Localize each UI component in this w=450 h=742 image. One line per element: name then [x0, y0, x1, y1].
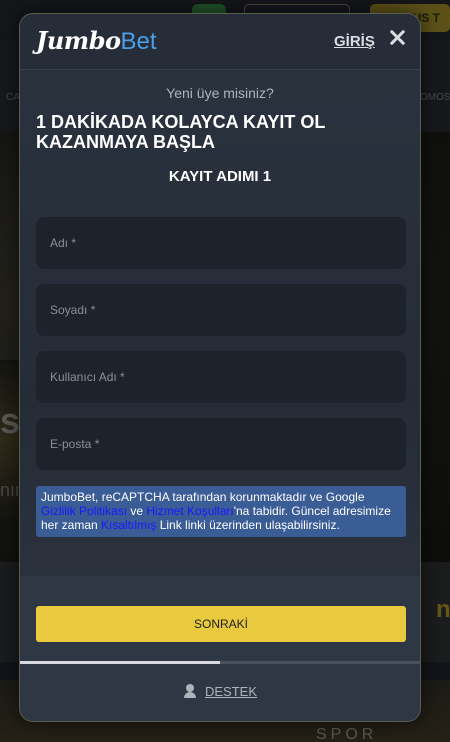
- modal-footer: [20, 576, 420, 721]
- support-label: DESTEK: [204, 684, 257, 699]
- registration-progress-fill: [20, 661, 220, 664]
- privacy-policy-link[interactable]: Gizlilik Politikası: [41, 504, 127, 518]
- last-name-field[interactable]: [36, 284, 406, 336]
- support-agent-icon: [183, 684, 197, 698]
- username-field[interactable]: [36, 351, 406, 403]
- terms-of-service-link[interactable]: Hizmet Koşulları: [146, 504, 233, 518]
- registration-headline: 1 DAKİKADA KOLAYCA KAYIT OL KAZANMAYA BA…: [36, 112, 326, 152]
- modal-header: JumboBet GİRİŞ: [20, 14, 420, 70]
- logo-part-jumbo: Jumbo: [36, 26, 121, 55]
- login-link[interactable]: GİRİŞ: [334, 33, 375, 50]
- jumbobet-logo: JumboBet: [36, 27, 157, 56]
- new-member-question: Yeni üye misiniz?: [166, 85, 274, 101]
- registration-modal: JumboBet GİRİŞ Yeni üye misiniz? 1 DAKİK…: [19, 13, 421, 722]
- notice-text: JumboBet, reCAPTCHA tarafından korunmakt…: [41, 490, 365, 504]
- logo-part-bet: Bet: [120, 28, 157, 55]
- notice-text: ve: [127, 504, 147, 518]
- notice-text: Link linki üzerinden ulaşabilirsiniz.: [156, 518, 340, 532]
- recaptcha-notice: JumboBet, reCAPTCHA tarafından korunmakt…: [36, 486, 406, 537]
- short-link[interactable]: Kısaltılmış: [101, 518, 156, 532]
- registration-progress-bar: [20, 661, 420, 664]
- support-link[interactable]: DESTEK: [20, 684, 420, 699]
- close-icon[interactable]: [387, 25, 407, 49]
- email-field[interactable]: [36, 418, 406, 470]
- next-button[interactable]: SONRAKİ: [36, 606, 406, 642]
- registration-step-label: KAYIT ADIMI 1: [168, 168, 272, 185]
- first-name-field[interactable]: [36, 217, 406, 269]
